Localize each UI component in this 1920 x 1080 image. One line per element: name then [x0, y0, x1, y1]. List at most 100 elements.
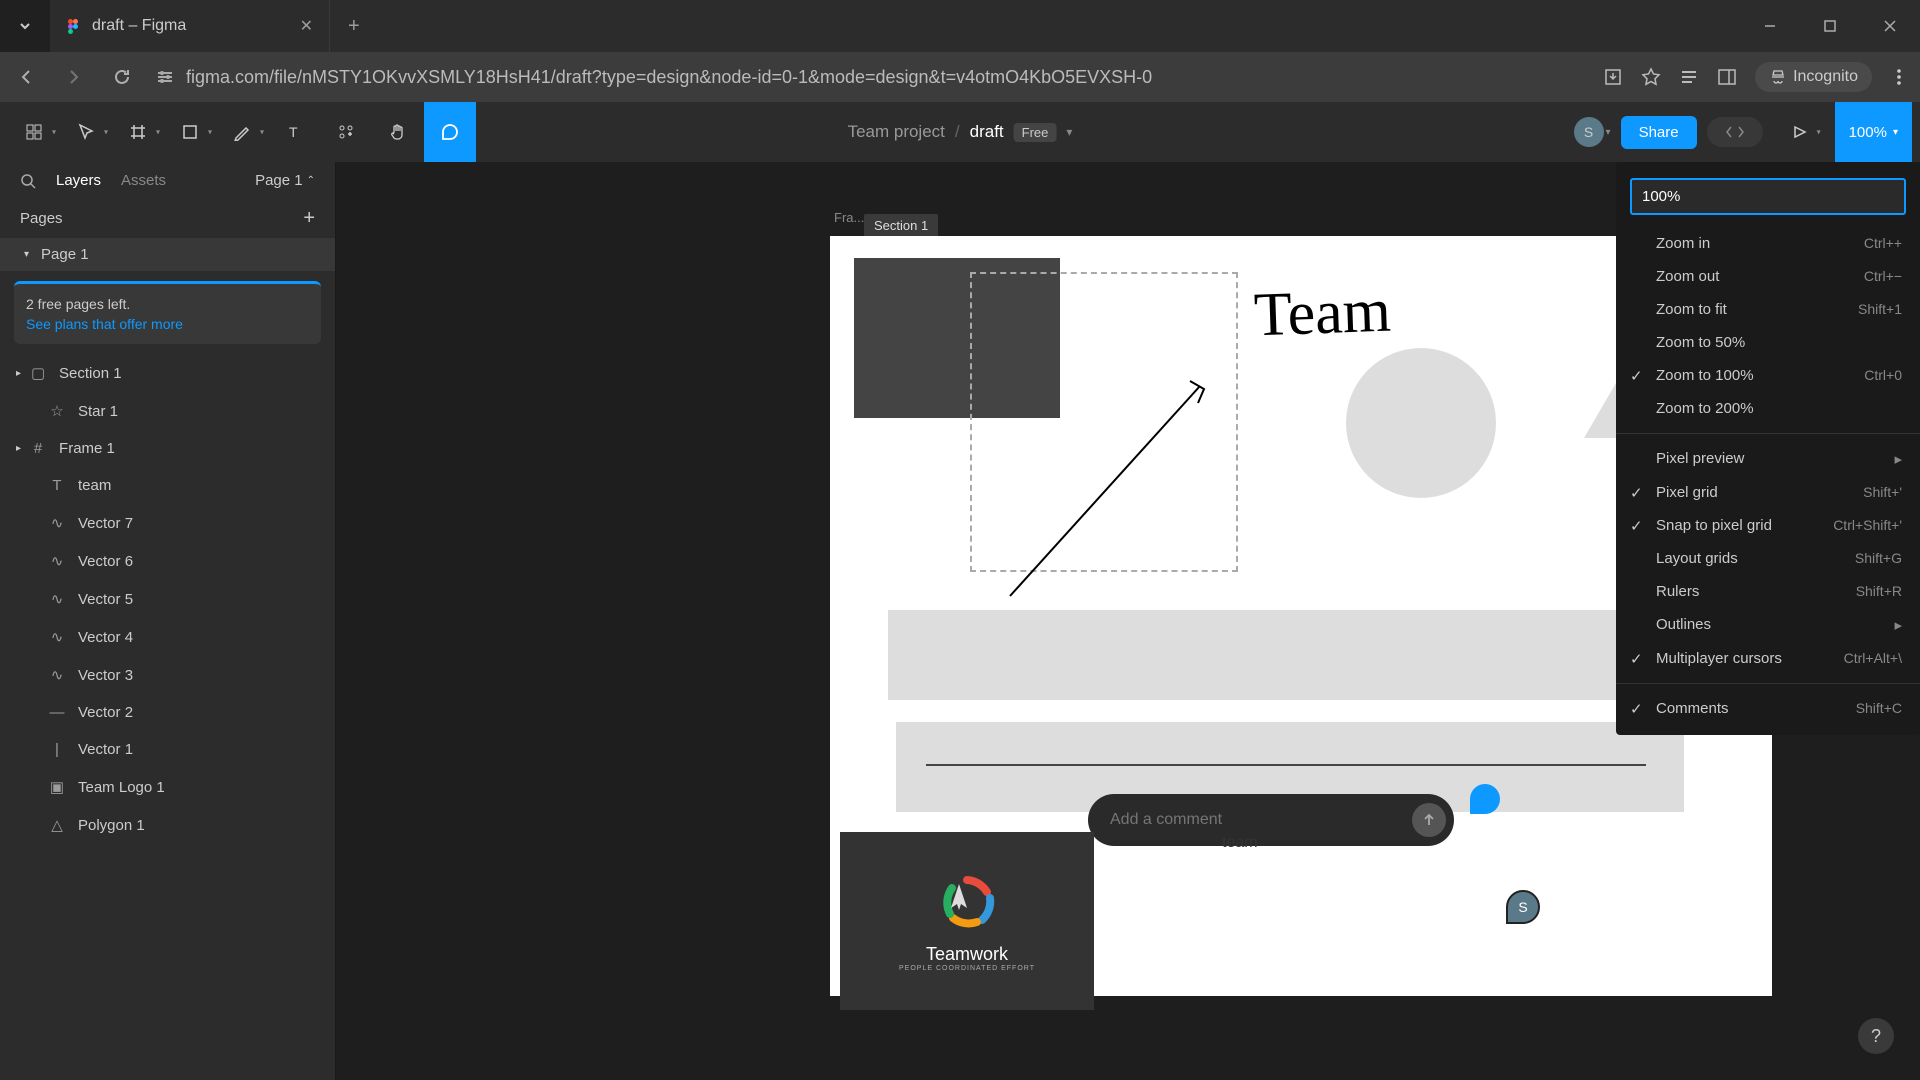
close-tab-icon[interactable]: ✕	[300, 16, 313, 36]
comment-field[interactable]	[1110, 811, 1412, 829]
layer-item[interactable]: ∿Vector 4	[0, 618, 335, 656]
team-text-layer[interactable]: team	[1222, 834, 1258, 852]
grey-circle[interactable]	[1346, 348, 1496, 498]
share-button[interactable]: Share	[1621, 116, 1697, 149]
present-button[interactable]: ▾	[1773, 102, 1825, 162]
file-menu-caret-icon[interactable]: ▾	[1066, 125, 1072, 139]
avatar-caret-icon[interactable]: ▾	[1606, 127, 1611, 138]
zoom-menu-item[interactable]: Zoom to fitShift+1	[1616, 293, 1920, 326]
zoom-menu-item[interactable]: ✓Pixel gridShift+'	[1616, 476, 1920, 509]
frame-label[interactable]: Fra...	[834, 210, 864, 225]
layer-type-icon: ∿	[48, 552, 66, 570]
page-item[interactable]: ▾ Page 1	[0, 238, 335, 271]
search-icon[interactable]	[20, 173, 36, 189]
layer-item[interactable]: — Vector 2	[0, 694, 335, 731]
forward-button[interactable]	[60, 63, 88, 91]
zoom-menu-item[interactable]: Zoom to 50%	[1616, 326, 1920, 359]
reload-button[interactable]	[108, 63, 136, 91]
comment-pin[interactable]	[1470, 784, 1500, 814]
check-icon: ✓	[1630, 367, 1643, 385]
install-app-icon[interactable]	[1603, 67, 1623, 87]
layer-item[interactable]: ▣Team Logo 1	[0, 768, 335, 806]
comment-input-bubble[interactable]	[1088, 794, 1454, 846]
upgrade-link[interactable]: See plans that offer more	[26, 316, 309, 332]
shortcut-label: Ctrl+Shift+'	[1833, 517, 1902, 534]
zoom-menu-item[interactable]: ✓Snap to pixel gridCtrl+Shift+'	[1616, 509, 1920, 542]
back-button[interactable]	[12, 63, 40, 91]
check-icon: ✓	[1630, 650, 1643, 668]
bookmark-icon[interactable]	[1641, 67, 1661, 87]
zoom-input[interactable]: 100%	[1630, 178, 1906, 215]
pen-tool[interactable]: ▾	[216, 102, 268, 162]
zoom-control[interactable]: 100% ▾	[1835, 102, 1912, 162]
close-window-button[interactable]	[1860, 0, 1920, 52]
arrow-vector[interactable]	[1000, 366, 1220, 606]
layer-item[interactable]: ∿Vector 6	[0, 542, 335, 580]
zoom-menu-item[interactable]: RulersShift+R	[1616, 575, 1920, 608]
page-selector[interactable]: Page 1 ⌃	[255, 172, 315, 189]
section-tag[interactable]: Section 1	[864, 214, 938, 237]
user-avatar[interactable]: S	[1574, 117, 1604, 147]
breadcrumb-project[interactable]: Team project	[848, 122, 945, 142]
zoom-menu-item[interactable]: ✓CommentsShift+C	[1616, 692, 1920, 725]
zoom-menu-item[interactable]: Pixel preview▸	[1616, 442, 1920, 476]
divider-line[interactable]	[926, 764, 1646, 766]
main-menu-button[interactable]: ▾	[8, 102, 60, 162]
team-handwriting[interactable]: Team	[1253, 276, 1392, 352]
layers-tab[interactable]: Layers	[56, 172, 101, 189]
canvas[interactable]: Fra... Section 1 Team team S	[336, 162, 1920, 1080]
new-tab-button[interactable]: +	[330, 15, 378, 38]
assets-tab[interactable]: Assets	[121, 172, 166, 189]
zoom-menu-item[interactable]: Zoom to 200%	[1616, 392, 1920, 425]
help-button[interactable]: ?	[1858, 1018, 1894, 1054]
layer-item[interactable]: ∿Vector 7	[0, 504, 335, 542]
zoom-menu-item[interactable]: Zoom outCtrl+−	[1616, 260, 1920, 293]
address-bar[interactable]: figma.com/file/nMSTY1OKvvXSMLY18HsH41/dr…	[156, 67, 1583, 88]
tab-search-dropdown[interactable]	[0, 0, 50, 52]
resources-tool[interactable]	[320, 102, 372, 162]
layer-item[interactable]: ▸▢Section 1	[0, 354, 335, 392]
move-tool[interactable]: ▾	[60, 102, 112, 162]
layer-type-icon: —	[48, 704, 66, 721]
breadcrumb-file[interactable]: draft	[970, 122, 1004, 142]
layer-item[interactable]: ☆Star 1	[0, 392, 335, 430]
shortcut-label: Ctrl+−	[1864, 268, 1902, 285]
side-panel-icon[interactable]	[1717, 67, 1737, 87]
maximize-button[interactable]	[1800, 0, 1860, 52]
zoom-menu-item[interactable]: Layout gridsShift+G	[1616, 542, 1920, 575]
add-page-button[interactable]: +	[303, 207, 315, 230]
expand-icon[interactable]: ▸	[16, 443, 21, 454]
reading-list-icon[interactable]	[1679, 67, 1699, 87]
layer-name: Frame 1	[59, 440, 115, 457]
layer-type-icon: |	[48, 741, 66, 758]
minimize-button[interactable]	[1740, 0, 1800, 52]
shortcut-label: Ctrl+Alt+\	[1844, 650, 1902, 667]
zoom-menu: 100% Zoom inCtrl++Zoom outCtrl+−Zoom to …	[1616, 162, 1920, 735]
hand-tool[interactable]	[372, 102, 424, 162]
dev-mode-toggle[interactable]	[1707, 117, 1763, 147]
text-tool[interactable]: T	[268, 102, 320, 162]
frame-tool[interactable]: ▾	[112, 102, 164, 162]
browser-tab[interactable]: draft – Figma ✕	[50, 0, 330, 52]
zoom-menu-item[interactable]: ✓Zoom to 100%Ctrl+0	[1616, 359, 1920, 392]
layer-item[interactable]: ∿Vector 3	[0, 656, 335, 694]
comment-tool[interactable]	[424, 102, 476, 162]
breadcrumb: Team project / draft Free ▾	[848, 122, 1073, 142]
incognito-badge[interactable]: Incognito	[1755, 62, 1872, 92]
zoom-menu-item[interactable]: Outlines▸	[1616, 608, 1920, 642]
layer-item[interactable]: Tteam	[0, 467, 335, 504]
teamwork-image[interactable]: Teamwork PEOPLE COORDINATED EFFORT	[840, 832, 1094, 1010]
layer-name: Vector 2	[78, 704, 133, 721]
grey-bar-1[interactable]	[888, 610, 1676, 700]
zoom-menu-item[interactable]: ✓Multiplayer cursorsCtrl+Alt+\	[1616, 642, 1920, 675]
browser-menu-icon[interactable]	[1890, 68, 1908, 86]
expand-icon[interactable]: ▸	[16, 368, 21, 379]
shape-tool[interactable]: ▾	[164, 102, 216, 162]
layer-item[interactable]: |Vector 1	[0, 731, 335, 768]
layer-item[interactable]: ∿Vector 5	[0, 580, 335, 618]
comment-send-button[interactable]	[1412, 803, 1446, 837]
zoom-menu-item[interactable]: Zoom inCtrl++	[1616, 227, 1920, 260]
layer-item[interactable]: ▸#Frame 1	[0, 430, 335, 467]
menu-item-label: Zoom to 200%	[1656, 400, 1754, 417]
layer-item[interactable]: △Polygon 1	[0, 806, 335, 844]
